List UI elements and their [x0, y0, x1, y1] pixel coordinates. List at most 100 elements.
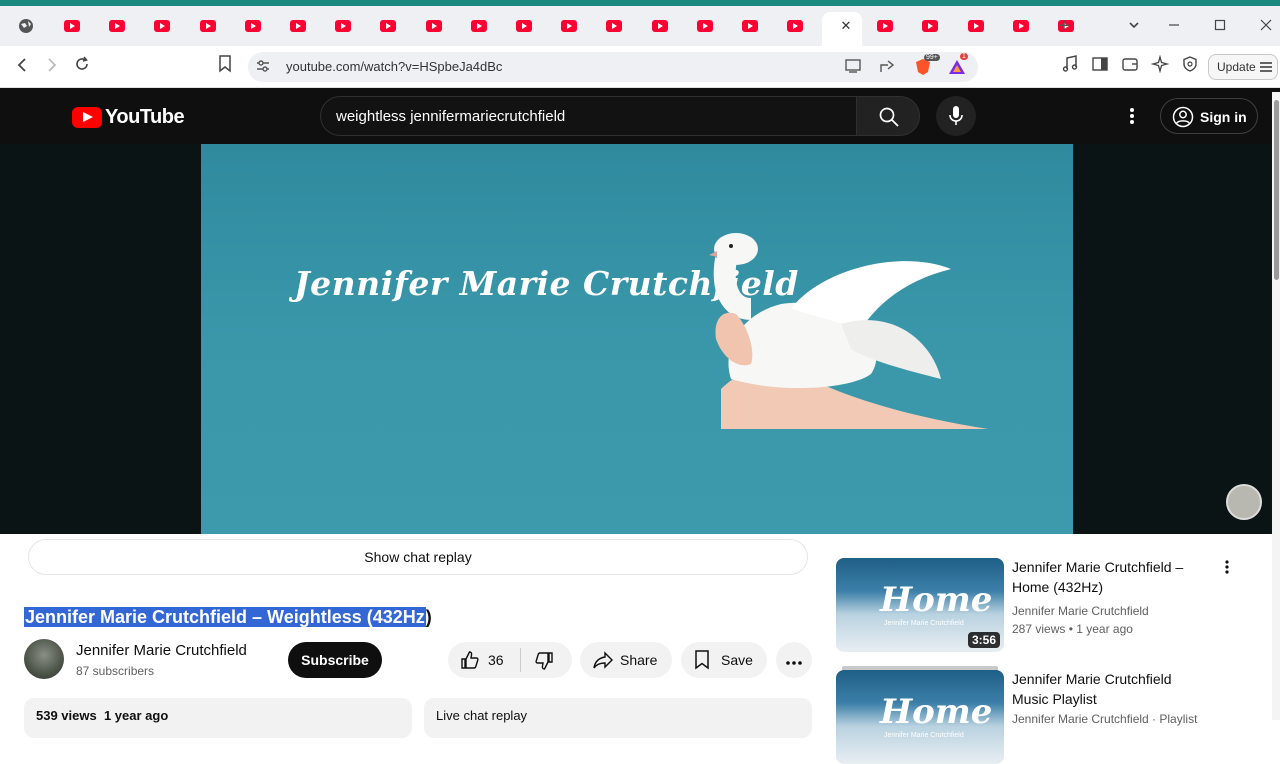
chevron-down-icon: [1129, 22, 1139, 29]
reload-icon: [76, 56, 88, 70]
bookmark-button[interactable]: [213, 55, 237, 79]
save-label: Save: [721, 652, 753, 668]
browser-tab-youtube[interactable]: [108, 17, 126, 35]
media-button[interactable]: [1058, 55, 1082, 79]
reload-button[interactable]: [70, 55, 94, 79]
browser-tab-youtube[interactable]: [605, 17, 623, 35]
site-settings-icon[interactable]: [254, 58, 272, 76]
vpn-button[interactable]: [1178, 55, 1202, 79]
browser-tab-globe[interactable]: [17, 17, 35, 35]
search-input[interactable]: weightless jennifermariecrutchfield: [320, 96, 857, 136]
address-toolbar: youtube.com/watch?v=HSpbeJa4dBc 99+ 1 Up…: [0, 46, 1280, 88]
playlist-channel[interactable]: Jennifer Marie Crutchfield · Playlist: [1012, 712, 1197, 726]
rewards-badge: 1: [960, 53, 968, 60]
like-dislike-group: 36: [448, 642, 572, 678]
dove-on-hand-image: [709, 233, 989, 429]
youtube-header: YouTube weightless jennifermariecrutchfi…: [0, 88, 1280, 144]
playlist-title[interactable]: Jennifer Marie Crutchfield Music Playlis…: [1012, 669, 1202, 709]
voice-search-button[interactable]: [936, 96, 976, 136]
browser-tab-youtube[interactable]: [515, 17, 533, 35]
youtube-favicon-icon: [968, 20, 984, 32]
like-divider: [520, 648, 521, 672]
share-button[interactable]: Share: [580, 642, 672, 678]
playlist-thumbnail[interactable]: Home Jennifer Marie Crutchfield: [836, 670, 1004, 764]
recommendation-channel[interactable]: Jennifer Marie Crutchfield: [1012, 604, 1149, 618]
browser-tab-youtube[interactable]: [786, 17, 804, 35]
channel-name[interactable]: Jennifer Marie Crutchfield: [76, 642, 247, 659]
browser-tab-youtube[interactable]: [651, 17, 669, 35]
browser-tab-youtube[interactable]: [470, 17, 488, 35]
youtube-favicon-icon: [245, 20, 261, 32]
bookmark-icon: [219, 55, 231, 73]
youtube-logo-icon: [72, 107, 102, 128]
youtube-favicon-icon: [652, 20, 668, 32]
wallet-button[interactable]: [1118, 55, 1142, 79]
recommendation-title[interactable]: Jennifer Marie Crutchfield – Home (432Hz…: [1012, 557, 1202, 597]
recommendation-thumbnail[interactable]: Home Jennifer Marie Crutchfield 3:56: [836, 558, 1004, 652]
tab-search-button[interactable]: [1120, 12, 1148, 40]
more-actions-button[interactable]: [776, 642, 812, 678]
video-duration-badge: 3:56: [967, 632, 1000, 648]
dislike-button[interactable]: [524, 642, 572, 678]
recommendation-meta: 287 views • 1 year ago: [1012, 622, 1133, 636]
browser-tab-youtube[interactable]: [63, 17, 81, 35]
channel-avatar[interactable]: [24, 639, 64, 679]
youtube-favicon-icon: [380, 20, 396, 32]
browser-tab-youtube[interactable]: [289, 17, 307, 35]
browser-tab-youtube[interactable]: [379, 17, 397, 35]
subscribe-label: Subscribe: [301, 652, 369, 668]
show-chat-replay-button[interactable]: Show chat replay: [28, 539, 808, 575]
globe-icon: [19, 19, 33, 33]
browser-tab-youtube[interactable]: [425, 17, 443, 35]
live-chat-replay-box[interactable]: Live chat replay: [424, 698, 812, 738]
save-button[interactable]: Save: [681, 642, 767, 678]
youtube-favicon-icon: [471, 20, 487, 32]
video-player[interactable]: Jennifer Marie Crutchfield: [201, 144, 1073, 534]
account-icon: [1172, 106, 1194, 128]
music-note-icon: [1062, 55, 1078, 72]
browser-tab-youtube[interactable]: [967, 17, 985, 35]
youtube-favicon-icon: [922, 20, 938, 32]
sign-in-button[interactable]: Sign in: [1160, 98, 1258, 134]
youtube-favicon-icon: [290, 20, 306, 32]
browser-tab-youtube[interactable]: [153, 17, 171, 35]
minimize-button[interactable]: [1160, 12, 1188, 40]
browser-tab-youtube[interactable]: [741, 17, 759, 35]
share-icon[interactable]: [878, 58, 896, 76]
thumbnail-word: Home: [880, 692, 993, 732]
recommendation-more-button[interactable]: [1218, 558, 1236, 582]
player-watermark-icon: [1226, 484, 1262, 520]
sidebar-button[interactable]: [1088, 55, 1112, 79]
update-button[interactable]: Update: [1208, 54, 1278, 80]
new-tab-button[interactable]: +: [1050, 12, 1078, 40]
subscribe-button[interactable]: Subscribe: [288, 642, 382, 678]
search-button[interactable]: [856, 96, 920, 136]
close-icon: [1260, 19, 1272, 31]
browser-tab-youtube[interactable]: [921, 17, 939, 35]
browser-tab-youtube[interactable]: [244, 17, 262, 35]
browser-tab-youtube[interactable]: [876, 17, 894, 35]
browser-tab-youtube[interactable]: [1012, 17, 1030, 35]
browser-tab-youtube[interactable]: [560, 17, 578, 35]
brave-rewards-icon[interactable]: [948, 58, 966, 76]
tab-bar: ✕ +: [0, 6, 1280, 46]
page-scrollbar-thumb[interactable]: [1274, 100, 1279, 280]
horizontal-dots-icon: [786, 661, 802, 665]
browser-tab-youtube[interactable]: [696, 17, 714, 35]
youtube-logo[interactable]: YouTube: [72, 106, 185, 129]
youtube-logo-text: YouTube: [105, 106, 185, 128]
window-close-button[interactable]: [1252, 12, 1280, 40]
settings-more-button[interactable]: [1120, 102, 1144, 130]
like-button[interactable]: 36: [448, 642, 520, 678]
leo-ai-button[interactable]: [1148, 54, 1172, 79]
browser-tab-youtube[interactable]: [199, 17, 217, 35]
maximize-button[interactable]: [1206, 12, 1234, 40]
tab-close-button[interactable]: ✕: [832, 12, 860, 40]
share-arrow-icon: [593, 651, 613, 669]
browser-tab-youtube[interactable]: [334, 17, 352, 35]
cast-icon[interactable]: [844, 58, 862, 76]
url-bar[interactable]: youtube.com/watch?v=HSpbeJa4dBc 99+ 1: [248, 52, 978, 82]
description-box[interactable]: 539 views 1 year ago: [24, 698, 412, 738]
back-button[interactable]: [10, 55, 34, 79]
forward-button[interactable]: [40, 55, 64, 79]
